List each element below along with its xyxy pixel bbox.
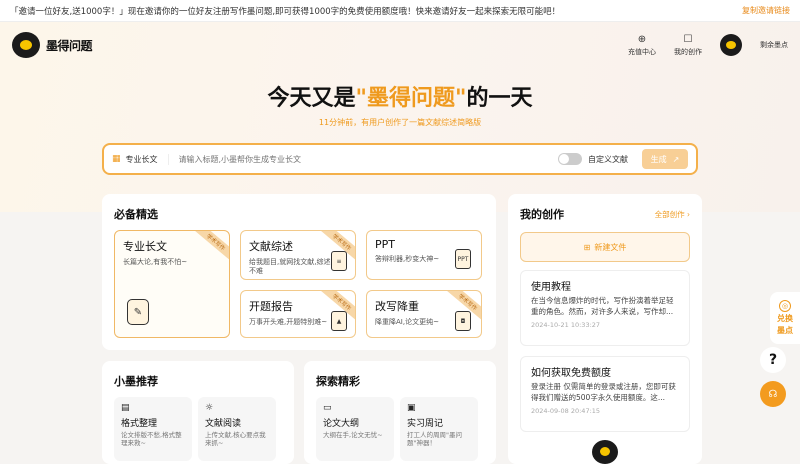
tool-rewrite-reduce[interactable]: 学术写作 改写降重 降重降AI,论文更纯~ ◘ bbox=[366, 290, 482, 338]
tool-desc: 给我题目,就网找文献,综述不难 bbox=[249, 258, 331, 275]
all-works-label: 全部创作 bbox=[654, 209, 685, 219]
activity-subtitle: 11分钟前，有用户创作了一篇文献综述简略版 bbox=[318, 118, 482, 127]
ppt-icon: PPT bbox=[455, 249, 471, 269]
explore-title: 探索精彩 bbox=[316, 375, 360, 388]
mini-desc: 论文排版不愁,格式整理来救~ bbox=[121, 431, 182, 448]
doc-date: 2024-10-21 10:33:27 bbox=[531, 320, 601, 329]
tool-desc: 长篇大论,有我不怕~ bbox=[123, 258, 188, 266]
mini-title: 论文大纲 bbox=[323, 419, 360, 429]
recharge-icon: ⊕ bbox=[637, 33, 647, 45]
logo[interactable]: 墨得问题 bbox=[12, 32, 93, 58]
writing-type-label: 专业长文 bbox=[125, 154, 158, 164]
generate-button[interactable]: 生成 ↗ bbox=[642, 149, 688, 169]
doc-card[interactable]: 如何获取免费额度 登录注册 仅需简单的登录或注册，您即可获得我们赠送的500字永… bbox=[520, 356, 690, 432]
stack-icon: ≡ bbox=[331, 251, 347, 271]
headset-icon: ☊ bbox=[768, 388, 778, 400]
explore-item-internship[interactable]: ▣ 实习周记 打工人的周周"墨问题"神器！ bbox=[400, 397, 478, 461]
mini-desc: 大纲在手,论文无忧~ bbox=[323, 431, 383, 439]
writing-type-selector[interactable]: ▦ 专业长文 bbox=[112, 153, 169, 165]
document-icon: ☐ bbox=[683, 33, 693, 45]
logo-text: 墨得问题 bbox=[46, 38, 93, 53]
custom-doc-toggle[interactable] bbox=[558, 153, 582, 165]
balance-button[interactable]: 剩余墨点 bbox=[760, 40, 788, 50]
recharge-label: 充值中心 bbox=[628, 47, 656, 56]
badge-document-icon: ◘ bbox=[455, 311, 471, 331]
coin-icon: ◎ bbox=[779, 300, 791, 312]
explore-item-outline[interactable]: ▭ 论文大纲 大纲在手,论文无忧~ bbox=[316, 397, 394, 461]
arrow-icon: ↗ bbox=[672, 154, 680, 164]
customer-service-button[interactable]: ☊ bbox=[760, 381, 786, 407]
mini-title: 文献阅读 bbox=[205, 419, 242, 429]
warning-document-icon: ▲ bbox=[331, 311, 347, 331]
tool-ppt[interactable]: PPT 答辩利器,秒变大神~ PPT bbox=[366, 230, 482, 280]
exchange-points-button[interactable]: ◎ 兑换 墨点 bbox=[770, 292, 800, 344]
featured-section: 必备精选 学术写作 专业长文 长篇大论,有我不怕~ ✎ 学术写作 文献综述 给我… bbox=[102, 194, 496, 350]
my-works-button[interactable]: ☐ 我的创作 bbox=[674, 34, 702, 57]
mini-desc: 上传文献,核心要点我来抓~ bbox=[205, 431, 266, 448]
banner-text: 「邀请一位好友,送1000字！」现在邀请你的一位好友注册写作墨问题,即可获得10… bbox=[10, 6, 561, 17]
doc-title: 使用教程 bbox=[531, 282, 571, 293]
help-button[interactable]: ? bbox=[760, 347, 786, 373]
format-icon: ▤ bbox=[121, 403, 130, 413]
copy-invite-link[interactable]: 复制邀请链接 bbox=[742, 5, 790, 16]
top-header: 墨得问题 ⊕ 充值中心 ☐ 我的创作 剩余墨点 bbox=[0, 22, 800, 68]
doc-title: 如何获取免费额度 bbox=[531, 368, 611, 379]
title-suffix: 的一天 bbox=[466, 86, 533, 111]
balance-label: 剩余墨点 bbox=[760, 41, 788, 49]
mini-title: 实习周记 bbox=[407, 419, 444, 429]
pen-document-icon: ✎ bbox=[127, 299, 149, 325]
mascot-logo-icon bbox=[12, 32, 40, 58]
avatar[interactable] bbox=[720, 34, 742, 56]
featured-title: 必备精选 bbox=[114, 208, 158, 221]
generate-label: 生成 bbox=[650, 154, 667, 164]
page-title: 今天又是"墨得问题"的一天 bbox=[0, 80, 800, 112]
my-works-section: 我的创作 全部创作 › ⊞ 新建文件 使用教程 在当今信息爆炸的时代，写作扮演着… bbox=[508, 194, 702, 464]
my-works-title: 我的创作 bbox=[520, 208, 564, 221]
invite-banner: 「邀请一位好友,送1000字！」现在邀请你的一位好友注册写作墨问题,即可获得10… bbox=[0, 0, 800, 22]
book-icon: ▭ bbox=[323, 403, 332, 413]
mini-desc: 打工人的周周"墨问题"神器！ bbox=[407, 431, 462, 448]
doc-body: 登录注册 仅需简单的登录或注册，您即可获得我们赠送的500字永久使用额度。这..… bbox=[531, 382, 676, 402]
recommend-title: 小墨推荐 bbox=[114, 375, 158, 388]
new-file-label: 新建文件 bbox=[594, 242, 627, 252]
doc-card[interactable]: 使用教程 在当今信息爆炸的时代，写作扮演着举足轻重的角色。然而，对许多人来说，写… bbox=[520, 270, 690, 346]
my-works-label: 我的创作 bbox=[674, 47, 702, 56]
clipboard-icon: ▣ bbox=[407, 403, 416, 413]
custom-doc-label: 自定义文献 bbox=[588, 154, 628, 164]
recommend-item-format[interactable]: ▤ 格式整理 论文排版不愁,格式整理来救~ bbox=[114, 397, 192, 461]
title-input[interactable] bbox=[168, 154, 558, 164]
tool-literature-review[interactable]: 学术写作 文献综述 给我题目,就网找文献,综述不难 ≡ bbox=[240, 230, 356, 280]
mascot-icon bbox=[592, 440, 618, 464]
all-works-link[interactable]: 全部创作 › bbox=[655, 209, 690, 220]
title-accent: "墨得问题" bbox=[355, 86, 467, 111]
recommend-section: 小墨推荐 ▤ 格式整理 论文排版不愁,格式整理来救~ ☼ 文献阅读 上传文献,核… bbox=[102, 361, 294, 464]
recommend-item-reading[interactable]: ☼ 文献阅读 上传文献,核心要点我来抓~ bbox=[198, 397, 276, 461]
chevron-right-icon: › bbox=[687, 209, 690, 219]
tool-professional-long-text[interactable]: 学术写作 专业长文 长篇大论,有我不怕~ ✎ bbox=[114, 230, 230, 338]
generate-searchbar: ▦ 专业长文 自定义文献 生成 ↗ bbox=[102, 143, 698, 175]
tool-proposal-report[interactable]: 学术写作 开题报告 万事开头难,开题特别难~ ▲ bbox=[240, 290, 356, 338]
exchange-label-2: 墨点 bbox=[777, 326, 793, 335]
new-file-button[interactable]: ⊞ 新建文件 bbox=[520, 232, 690, 262]
mini-title: 格式整理 bbox=[121, 419, 158, 429]
lightbulb-icon: ☼ bbox=[205, 403, 214, 413]
explore-section: 探索精彩 ▭ 论文大纲 大纲在手,论文无忧~ ▣ 实习周记 打工人的周周"墨问题… bbox=[304, 361, 496, 464]
doc-body: 在当今信息爆炸的时代，写作扮演着举足轻重的角色。然而，对许多人来说，写作却... bbox=[531, 296, 674, 316]
recharge-center-button[interactable]: ⊕ 充值中心 bbox=[628, 34, 656, 57]
grid-icon: ▦ bbox=[112, 154, 121, 164]
new-file-icon: ⊞ bbox=[583, 242, 591, 252]
doc-date: 2024-09-08 20:47:15 bbox=[531, 406, 601, 415]
exchange-label-1: 兑换 bbox=[777, 314, 793, 323]
title-prefix: 今天又是 bbox=[267, 86, 356, 111]
